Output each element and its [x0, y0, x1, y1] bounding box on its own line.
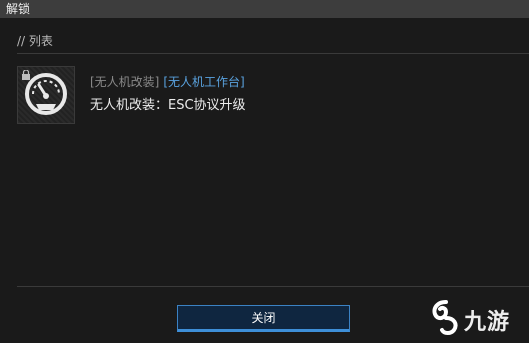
item-name: 无人机改装：ESC协议升级 [90, 98, 246, 113]
window-title: 解锁 [6, 2, 31, 16]
item-meta: [无人机改装] [无人机工作台] [90, 73, 245, 90]
close-button[interactable]: 关闭 [177, 305, 350, 332]
item-thumbnail [17, 66, 75, 124]
section-header: // 列表 [17, 34, 53, 48]
jiuyou-logo-icon [432, 300, 458, 335]
item-tag[interactable]: [无人机工作台] [163, 75, 244, 89]
watermark: 九游 [430, 298, 525, 338]
title-bar: 解锁 [0, 0, 529, 18]
lock-icon [22, 70, 30, 80]
footer-divider [17, 286, 529, 287]
watermark-text: 九游 [464, 310, 511, 335]
divider [17, 53, 529, 54]
list-item[interactable]: [无人机改装] [无人机工作台] 无人机改装：ESC协议升级 [17, 66, 497, 124]
item-category: [无人机改装] [90, 75, 160, 89]
